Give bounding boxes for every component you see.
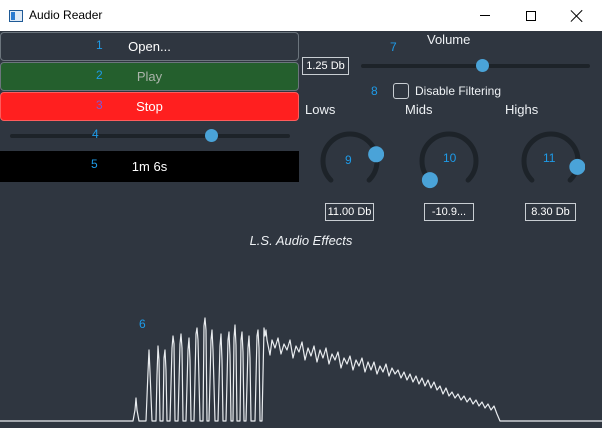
- minimize-button[interactable]: [462, 0, 508, 31]
- mids-label: Mids: [405, 102, 433, 117]
- lows-dial-handle[interactable]: [368, 146, 384, 163]
- play-button[interactable]: Play: [0, 62, 299, 91]
- mids-value: -10.9...: [424, 203, 474, 221]
- waveform-line: [0, 317, 602, 422]
- marker-2: 2: [96, 68, 103, 82]
- maximize-icon: [526, 10, 536, 21]
- highs-dial-handle[interactable]: [569, 158, 585, 175]
- marker-4: 4: [92, 127, 99, 141]
- highs-label: Highs: [505, 102, 539, 117]
- marker-5: 5: [91, 157, 98, 171]
- lows-label: Lows: [305, 102, 336, 117]
- mids-dial-handle[interactable]: [421, 172, 438, 189]
- marker-7: 7: [390, 40, 397, 54]
- position-slider-handle[interactable]: [205, 129, 219, 142]
- effects-title: L.S. Audio Effects: [249, 233, 353, 248]
- app-icon: [9, 10, 23, 22]
- open-button[interactable]: Open...: [0, 32, 299, 61]
- marker-1: 1: [96, 38, 103, 52]
- volume-slider-handle[interactable]: [475, 59, 489, 72]
- disable-filtering-checkbox[interactable]: [393, 83, 409, 99]
- marker-9: 9: [345, 153, 352, 167]
- minimize-icon: [480, 15, 490, 16]
- time-display: 1m 6s: [0, 151, 299, 182]
- marker-10: 10: [443, 151, 457, 165]
- volume-value: 1.25 Db: [302, 57, 349, 75]
- elapsed-time: 1m 6s: [131, 159, 168, 174]
- stop-button[interactable]: Stop: [0, 92, 299, 121]
- close-button[interactable]: [554, 0, 600, 31]
- marker-3: 3: [96, 98, 103, 112]
- title-bar: Audio Reader: [0, 0, 602, 31]
- window-title: Audio Reader: [29, 8, 103, 22]
- marker-8: 8: [371, 84, 378, 98]
- highs-value: 8.30 Db: [525, 203, 576, 221]
- close-icon: [571, 10, 583, 22]
- maximize-button[interactable]: [508, 0, 554, 31]
- lows-value: 11.00 Db: [325, 203, 374, 221]
- disable-filtering-label[interactable]: Disable Filtering: [415, 84, 501, 98]
- marker-6: 6: [139, 317, 146, 331]
- marker-11: 11: [543, 151, 556, 165]
- waveform-display: [0, 317, 602, 422]
- position-slider-track[interactable]: [10, 134, 290, 138]
- volume-label: Volume: [427, 32, 471, 47]
